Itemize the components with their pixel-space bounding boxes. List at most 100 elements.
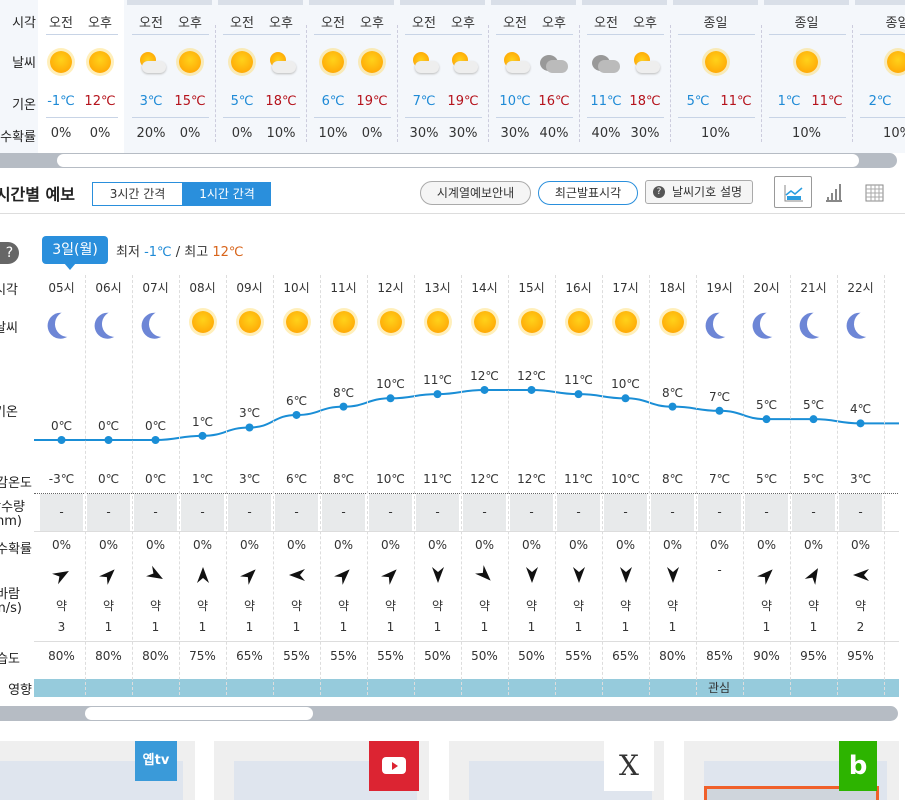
video-card[interactable]: X <box>449 741 664 800</box>
precip-prob: 0% <box>662 538 683 552</box>
hour-label: 07시 <box>142 281 169 295</box>
help-icon[interactable]: ? <box>0 242 19 264</box>
youtube-icon[interactable] <box>369 741 419 791</box>
temp-label: 5℃ <box>802 398 825 413</box>
divider <box>0 213 905 214</box>
recent-release-button[interactable]: 최근발표시각 <box>538 181 638 205</box>
min-temp: 5℃ <box>230 94 254 109</box>
wind-strength: 약 <box>572 599 585 613</box>
temp-point <box>762 415 771 424</box>
sun-icon <box>238 311 261 333</box>
column-divider <box>837 275 838 695</box>
sun-icon <box>50 51 72 73</box>
table-view-icon[interactable] <box>864 183 886 206</box>
daily-scrollbar-thumb[interactable] <box>57 154 859 167</box>
temp-label: 0℃ <box>97 419 120 433</box>
precip-prob: 0% <box>231 126 253 141</box>
wind-direction-icon <box>649 566 696 587</box>
day-column: 종일 2℃ 10% <box>852 0 905 153</box>
sun-icon <box>332 311 355 333</box>
wind-strength: 약 <box>384 599 397 613</box>
feels-like: 3℃ <box>238 472 261 486</box>
humidity: 75% <box>189 649 216 663</box>
yeop-tv-icon[interactable]: 옙tv <box>135 741 177 781</box>
tab-3hour[interactable]: 3시간 간격 <box>92 182 183 206</box>
series-guide-button[interactable]: 시계열예보안내 <box>420 181 531 205</box>
wind-strength: 약 <box>807 599 820 613</box>
wind-direction-icon <box>743 566 790 587</box>
wind-speed: 2 <box>856 620 865 634</box>
wind-speed: 1 <box>621 620 630 634</box>
min-temp: 6℃ <box>321 94 345 109</box>
wind-strength: 약 <box>55 599 68 613</box>
period-label: 오전 <box>321 16 345 31</box>
temp-point <box>386 394 395 403</box>
divider <box>34 493 899 494</box>
period-label: 종일 <box>885 16 905 31</box>
temp-point <box>104 436 113 444</box>
hourly-scrollbar-thumb[interactable] <box>85 707 313 720</box>
row-label-time: 시각 <box>0 283 18 298</box>
bar-chart-icon[interactable] <box>822 181 846 206</box>
row-label-wind: 바람 <box>0 587 20 602</box>
temp-label: 5℃ <box>755 398 778 413</box>
wind-speed: 1 <box>245 620 254 634</box>
precip-prob: 0% <box>850 538 871 552</box>
temp-point <box>621 394 630 403</box>
period-label: 오전 <box>412 16 436 31</box>
hour-label: 09시 <box>236 281 263 295</box>
wind-speed: 1 <box>151 620 160 634</box>
column-divider <box>367 275 368 695</box>
column-divider <box>508 275 509 695</box>
day-column: 오전 3℃ 20% 오후 15℃ 0% <box>124 0 215 153</box>
video-card[interactable] <box>214 741 429 800</box>
min-temp: 7℃ <box>412 94 436 109</box>
video-card[interactable]: 옙tv <box>0 741 195 800</box>
label-precip: 강수확률 <box>0 130 36 145</box>
rain-amount: - <box>200 505 205 519</box>
sun-icon <box>361 51 383 73</box>
rain-cell-bg <box>416 494 459 531</box>
cloudy-icon <box>538 51 570 75</box>
rain-amount: - <box>341 505 346 519</box>
x-icon[interactable]: X <box>604 741 654 791</box>
precip-prob: 10% <box>701 126 730 141</box>
hour-label: 05시 <box>48 281 75 295</box>
video-card[interactable]: b <box>684 741 899 800</box>
humidity: 50% <box>471 649 498 663</box>
hourly-scrollbar[interactable] <box>0 706 898 721</box>
no-wind: - <box>717 563 722 577</box>
precip-prob: 10% <box>318 126 348 141</box>
wind-strength: 약 <box>854 599 867 613</box>
rain-amount: - <box>576 505 581 519</box>
rain-amount: - <box>623 505 628 519</box>
temp-label: 6℃ <box>285 393 308 408</box>
weather-legend-button[interactable]: ? 날씨기호 설명 <box>645 180 753 204</box>
temp-point <box>668 402 677 411</box>
hour-label: 15시 <box>518 281 545 295</box>
feels-like: 5℃ <box>755 472 778 486</box>
chart-view-button[interactable] <box>774 176 812 208</box>
precip-prob: 0% <box>427 538 448 552</box>
temp-point <box>809 415 818 424</box>
feels-like: 11℃ <box>423 472 452 486</box>
precip-prob: 40% <box>539 126 569 141</box>
feels-like: 3℃ <box>849 472 872 486</box>
precip-prob: 0% <box>521 538 542 552</box>
temp-label: 12℃ <box>470 368 499 383</box>
impact-bar: 관심 <box>34 679 899 697</box>
tab-1hour[interactable]: 1시간 간격 <box>183 182 271 206</box>
hour-label: 11시 <box>330 281 357 295</box>
sun-icon <box>379 311 402 333</box>
hour-label: 19시 <box>706 281 733 295</box>
period-label: 오전 <box>230 16 254 31</box>
max-temp: 18℃ <box>265 94 297 109</box>
daily-scrollbar[interactable] <box>0 153 897 168</box>
column-divider <box>602 275 603 695</box>
band-icon[interactable]: b <box>839 741 877 791</box>
sun-icon <box>179 51 201 73</box>
humidity: 90% <box>753 649 780 663</box>
temp-point <box>715 406 724 415</box>
column-divider <box>132 275 133 695</box>
temp-point <box>856 419 865 428</box>
